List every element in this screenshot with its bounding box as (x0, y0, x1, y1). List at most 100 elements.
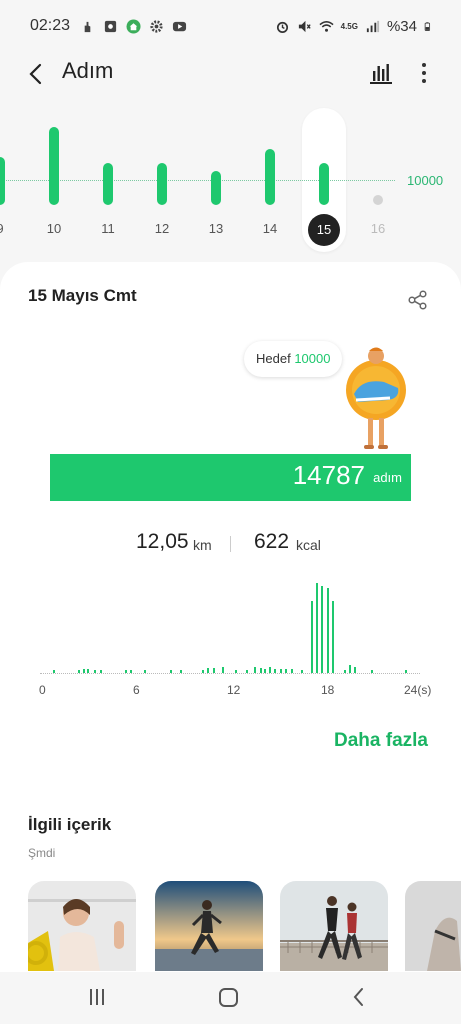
hourly-bar (284, 669, 287, 673)
related-content-thumbnail-fitness[interactable] (405, 881, 461, 971)
status-bar: 02:23 4.5G %34 (0, 0, 461, 52)
day-strip: 10000 9 10 11 12 13 14 15 16 (0, 100, 461, 255)
hourly-bar (129, 670, 132, 673)
metrics-divider (230, 536, 231, 552)
hourly-chart-baseline (40, 673, 420, 674)
system-nav-bar (0, 972, 461, 1024)
day-bar-9[interactable] (0, 156, 5, 205)
hourly-bar (87, 669, 90, 673)
home-app-icon (126, 18, 141, 34)
bar-chart-icon (370, 64, 392, 84)
page-title: Adım (62, 58, 114, 83)
youtube-icon (172, 21, 187, 31)
alarm-icon (276, 21, 288, 33)
hourly-bar (93, 670, 96, 673)
hourly-bar (291, 669, 294, 673)
calories-value: 622 (254, 530, 290, 553)
home-button[interactable] (219, 988, 238, 1007)
hourly-bar (331, 601, 334, 673)
hourly-bar (201, 670, 204, 673)
hourly-bar (253, 667, 256, 673)
related-content-thumbnail-couple-running[interactable] (280, 881, 388, 971)
steps-total-bar: 14787 adım (50, 454, 411, 501)
more-options-button[interactable] (412, 60, 436, 86)
silent-hand-icon (84, 21, 91, 32)
distance-value: 12,05 (136, 530, 189, 553)
system-back-button[interactable] (350, 986, 368, 1008)
hourly-steps-chart: 0 6 12 18 24(s) (30, 580, 432, 700)
hourly-bar (179, 670, 182, 673)
day-label-16[interactable]: 16 (363, 221, 393, 236)
day-label-14[interactable]: 14 (255, 221, 285, 236)
hourly-bar (212, 668, 215, 673)
hourly-axis-label: 18 (321, 683, 335, 697)
mute-icon (298, 20, 311, 32)
metrics-row: 12,05 km 622 kcal (0, 530, 461, 560)
more-vertical-icon (422, 63, 426, 67)
day-bar-13[interactable] (211, 170, 221, 205)
calories-unit: kcal (296, 537, 321, 553)
wifi-icon (319, 20, 334, 32)
battery-icon (424, 21, 431, 31)
hourly-bar (300, 670, 303, 673)
battery-percent: %34 (386, 17, 417, 35)
hourly-axis-label: 6 (133, 683, 140, 697)
hourly-bar (353, 667, 356, 673)
day-bar-12[interactable] (157, 163, 167, 205)
back-button[interactable] (22, 60, 50, 88)
day-label-11[interactable]: 11 (93, 221, 123, 236)
future-day-dot (373, 195, 383, 205)
related-content-thumbnail-running[interactable] (155, 881, 263, 971)
hourly-bar (206, 668, 209, 673)
related-content-subtitle: Şmdi (28, 846, 56, 860)
date-title: 15 Mayıs Cmt (28, 286, 137, 305)
steps-card: 15 Mayıs Cmt Hedef 10000 14787 adım 12,0… (0, 262, 461, 972)
hourly-bar (170, 670, 173, 673)
day-label-13[interactable]: 13 (201, 221, 231, 236)
day-label-15[interactable]: 15 (308, 214, 340, 246)
hourly-axis-label: 24(s) (404, 683, 432, 697)
related-content-title: İlgili içerik (28, 815, 112, 834)
steps-value: 14787 (292, 460, 365, 490)
chevron-left-icon (29, 63, 42, 85)
recent-apps-button[interactable] (90, 989, 108, 1005)
share-button[interactable] (406, 288, 430, 312)
hourly-bar (311, 601, 314, 673)
recent-apps-icon (90, 989, 92, 1005)
network-label: 4.5G (340, 21, 358, 31)
back-arrow-icon (353, 988, 363, 1006)
mascot-illustration (346, 347, 406, 449)
share-icon (408, 290, 427, 310)
trends-button[interactable] (368, 60, 394, 86)
hourly-bar (273, 669, 276, 673)
hourly-bar (234, 670, 237, 673)
related-content-thumbnail-workout[interactable] (28, 881, 136, 971)
day-bar-11[interactable] (103, 162, 113, 205)
day-label-12[interactable]: 12 (147, 221, 177, 236)
4g-signal-icon (366, 20, 380, 32)
hourly-bar (52, 670, 55, 673)
more-link[interactable]: Daha fazla (334, 730, 428, 752)
status-time: 02:23 (30, 17, 71, 34)
settings-gear-icon (150, 19, 163, 33)
day-label-10[interactable]: 10 (39, 221, 69, 236)
day-label-9[interactable]: 9 (0, 221, 15, 236)
hourly-bar (99, 670, 102, 673)
goal-text: Hedef (256, 351, 291, 366)
hourly-bar (269, 667, 272, 673)
app-bar: Adım (0, 52, 461, 96)
hourly-bar (82, 669, 85, 673)
hourly-bar (405, 670, 408, 673)
day-bar-15[interactable] (319, 163, 329, 205)
hourly-bar (280, 669, 283, 673)
hourly-bar (222, 667, 225, 673)
day-bar-14[interactable] (265, 149, 275, 205)
hourly-bar (245, 670, 248, 673)
day-bar-10[interactable] (49, 126, 59, 205)
hourly-axis-label: 12 (227, 683, 241, 697)
hourly-bar (78, 670, 81, 673)
hourly-bar (143, 670, 146, 673)
hourly-bar (259, 668, 262, 673)
hourly-bar (349, 665, 352, 673)
hourly-axis-label: 0 (39, 683, 46, 697)
